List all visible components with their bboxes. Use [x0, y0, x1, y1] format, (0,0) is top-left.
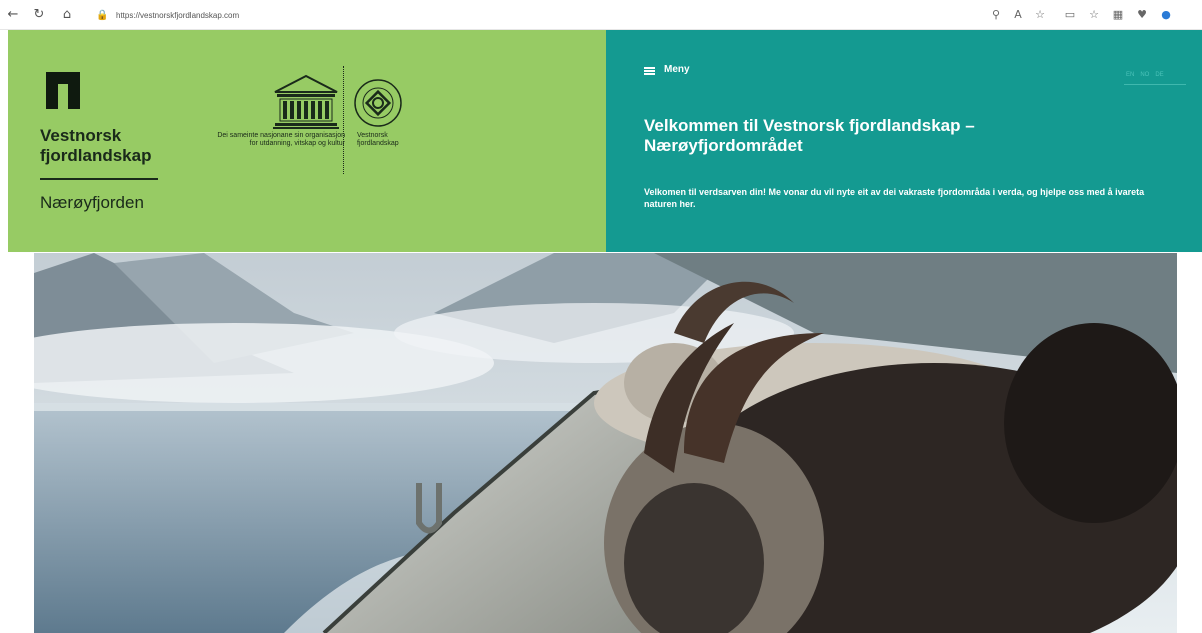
welcome-heading: Velkommen til Vestnorsk fjordlandskap – …	[644, 116, 975, 155]
reload-icon[interactable]: ↻	[30, 6, 48, 24]
logo-separator	[343, 66, 344, 174]
collections-icon[interactable]: ▦	[1110, 7, 1126, 23]
address-bar[interactable]: 🔒 https://vestnorskfjordlandskap.com	[96, 7, 316, 24]
split-screen-icon[interactable]: ▭	[1062, 7, 1078, 23]
world-heritage-emblem-icon	[354, 79, 402, 127]
hamburger-icon	[644, 67, 655, 75]
browser-essentials-icon[interactable]: ♥	[1134, 7, 1150, 23]
language-option-de[interactable]: DE	[1155, 68, 1163, 82]
site-subtitle: Nærøyfjorden	[40, 193, 144, 212]
lock-icon: 🔒	[96, 10, 109, 21]
favorites-icon[interactable]: ☆	[1086, 7, 1102, 23]
language-switcher: EN NO DE	[1126, 68, 1164, 82]
read-aloud-icon[interactable]: A	[1010, 7, 1026, 23]
welcome-intro: Velkomen til verdsarven din! Me vonar du…	[644, 187, 1145, 209]
hero-image	[34, 253, 1177, 633]
site-logo-icon[interactable]	[46, 72, 80, 109]
menu-button[interactable]: Meny	[644, 62, 724, 80]
header-brand-panel: Vestnorsk fjordlandskap Nærøyfjorden Dei…	[8, 30, 606, 252]
whc-caption: Vestnorsk fjordlandskap	[357, 132, 399, 147]
language-option-no[interactable]: NO	[1140, 68, 1149, 82]
goats-on-boat-photo	[34, 253, 1177, 633]
browser-toolbar: ← ↻ ⌂ 🔒 https://vestnorskfjordlandskap.c…	[0, 0, 1202, 30]
language-divider	[1124, 84, 1186, 85]
site-title[interactable]: Vestnorsk fjordlandskap	[40, 126, 200, 166]
header-welcome-panel: Meny EN NO DE Velkommen til Vestnorsk fj…	[606, 30, 1202, 252]
favorite-icon[interactable]: ☆	[1032, 7, 1048, 23]
menu-label: Meny	[664, 64, 690, 75]
logo-divider	[40, 178, 158, 180]
home-icon[interactable]: ⌂	[58, 6, 76, 24]
unesco-logo-icon	[273, 74, 339, 129]
address-bar-text[interactable]: https://vestnorskfjordlandskap.com	[116, 7, 239, 24]
unesco-caption: Dei sameinte nasjonane sin organisasjon …	[217, 132, 345, 147]
language-option-en[interactable]: EN	[1126, 68, 1134, 82]
back-arrow-icon[interactable]: ←	[4, 6, 22, 24]
location-icon[interactable]: ⚲	[988, 7, 1004, 23]
copilot-icon[interactable]: ●	[1158, 7, 1174, 23]
